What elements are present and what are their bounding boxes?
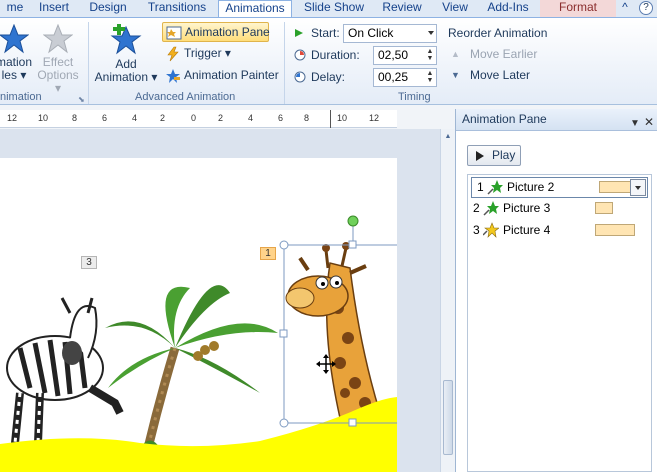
slide-canvas[interactable] (0, 158, 397, 472)
ruler-tick-label: 4 (248, 113, 254, 123)
group-label-animation: nimation (0, 91, 42, 103)
palm-tree-picture (105, 285, 278, 450)
animation-tag[interactable]: 3 (81, 256, 97, 269)
duration-label: Duration: (311, 48, 360, 62)
ruler-tick-label: 10 (38, 113, 49, 123)
motion-star-icon (487, 180, 503, 195)
duration-input[interactable]: 02,50 ▲ ▼ (373, 46, 437, 65)
list-item[interactable]: 2 Picture 3 (468, 199, 651, 220)
animation-list: 1 Picture 2 2 Picture 3 3 Picture 4 (467, 174, 652, 472)
ruler-tick-label: 12 (369, 113, 380, 123)
chevron-down-icon (635, 186, 641, 190)
chevron-down-icon (428, 31, 434, 35)
ruler-tick-label: 8 (304, 113, 310, 123)
scroll-up-icon[interactable]: ▲ (443, 133, 453, 145)
pane-title: Animation Pane (462, 112, 547, 126)
tab-review[interactable]: Review (378, 0, 426, 17)
chevron-up-icon[interactable]: ^ (618, 0, 632, 17)
trigger-button[interactable]: Trigger ▾ (162, 44, 231, 64)
animation-tag[interactable]: 1 (260, 247, 276, 260)
dialog-launcher-icon[interactable]: ⬊ (78, 95, 85, 104)
play-icon (476, 151, 484, 161)
ribbon: mation les ▾ Effect Options ▾ nimation ⬊… (0, 17, 657, 105)
animation-pane-button[interactable]: Animation Pane (162, 22, 270, 42)
ruler-tick-label: 8 (72, 113, 78, 123)
tab-slide-show[interactable]: Slide Show (302, 0, 366, 17)
ruler-tick-label: 6 (278, 113, 284, 123)
effect-options-button[interactable]: Effect Options ▾ (33, 24, 83, 95)
triangle-down-icon: ▼ (451, 70, 460, 80)
move-earlier-button[interactable]: ▲ Move Earlier (448, 45, 537, 65)
ruler-tick-label: 10 (337, 113, 348, 123)
delay-input[interactable]: 00,25 ▲ ▼ (373, 68, 437, 87)
motion-star-icon (483, 201, 499, 216)
close-icon[interactable]: ✕ (644, 112, 654, 133)
group-label-timing: Timing (398, 91, 431, 103)
blue-star-icon (0, 24, 29, 54)
spinner-icon[interactable]: ▲ ▼ (425, 70, 435, 85)
tab-add-ins[interactable]: Add-Ins (482, 0, 534, 17)
start-dropdown[interactable]: On Click (343, 24, 437, 43)
tab-view[interactable]: View (437, 0, 473, 17)
animation-pane: Animation Pane ▼ ✕ Play 1 Picture 2 2 Pi… (455, 109, 657, 472)
chevron-down-icon[interactable]: ▼ (630, 113, 640, 134)
lightning-icon (167, 46, 179, 62)
slide-artwork (0, 215, 397, 472)
group-label-advanced-animation: Advanced Animation (135, 91, 236, 103)
list-item[interactable]: 1 Picture 2 (471, 177, 648, 198)
horizontal-ruler: 12 10 8 6 4 2 0 2 4 6 8 10 12 (0, 110, 397, 128)
duration-icon (294, 49, 306, 61)
list-item[interactable]: 3 Picture 4 (468, 221, 651, 242)
tab-format[interactable]: Format (540, 0, 616, 17)
start-label: Start: (311, 26, 340, 40)
item-dropdown-button[interactable] (630, 179, 646, 196)
help-icon[interactable]: ? (639, 1, 653, 15)
tab-insert[interactable]: Insert (33, 0, 75, 17)
timeline-bar[interactable] (599, 181, 631, 193)
vertical-scrollbar[interactable]: ▲ (440, 129, 455, 472)
delay-icon (294, 71, 306, 83)
tab-design[interactable]: Design (84, 0, 132, 17)
ruler-tick-label: 12 (7, 113, 18, 123)
animation-painter-button[interactable]: Animation Painter (162, 66, 279, 86)
delay-label: Delay: (311, 70, 346, 84)
move-later-button[interactable]: ▼ Move Later (448, 66, 530, 86)
ruler-tick-label: 0 (191, 113, 197, 123)
ruler-tick-label: 2 (160, 113, 166, 123)
yellow-star-icon (483, 222, 499, 238)
group-separator (284, 22, 285, 104)
animation-styles-button[interactable]: mation les ▾ (0, 24, 32, 82)
effect-star-icon (43, 24, 73, 54)
reorder-animation-label: Reorder Animation (448, 26, 548, 40)
ribbon-tab-bar: me Insert Design Transitions Animations … (0, 0, 657, 18)
tab-home[interactable]: me (0, 0, 30, 17)
tab-animations[interactable]: Animations (218, 0, 292, 18)
ruler-tick-label: 2 (218, 113, 224, 123)
ruler-tick-label: 4 (132, 113, 138, 123)
animation-painter-icon (166, 69, 180, 83)
ruler-marker (330, 110, 331, 128)
scrollbar-thumb[interactable] (443, 380, 453, 455)
triangle-up-icon: ▲ (451, 49, 460, 59)
animation-pane-icon (166, 26, 182, 40)
spinner-icon[interactable]: ▲ ▼ (425, 48, 435, 63)
timeline-bar[interactable] (595, 224, 635, 236)
animation-pane-header: Animation Pane ▼ ✕ (456, 109, 657, 131)
add-animation-button[interactable]: Add Animation ▾ (93, 24, 159, 84)
add-animation-icon (110, 24, 142, 55)
play-button[interactable]: Play (467, 145, 521, 166)
tab-transitions[interactable]: Transitions (142, 0, 212, 17)
timeline-bar[interactable] (595, 202, 613, 214)
giraffe-picture (285, 242, 381, 419)
group-separator (88, 22, 89, 104)
zebra-picture (6, 297, 124, 444)
ruler-tick-label: 6 (102, 113, 108, 123)
start-icon (295, 29, 303, 37)
